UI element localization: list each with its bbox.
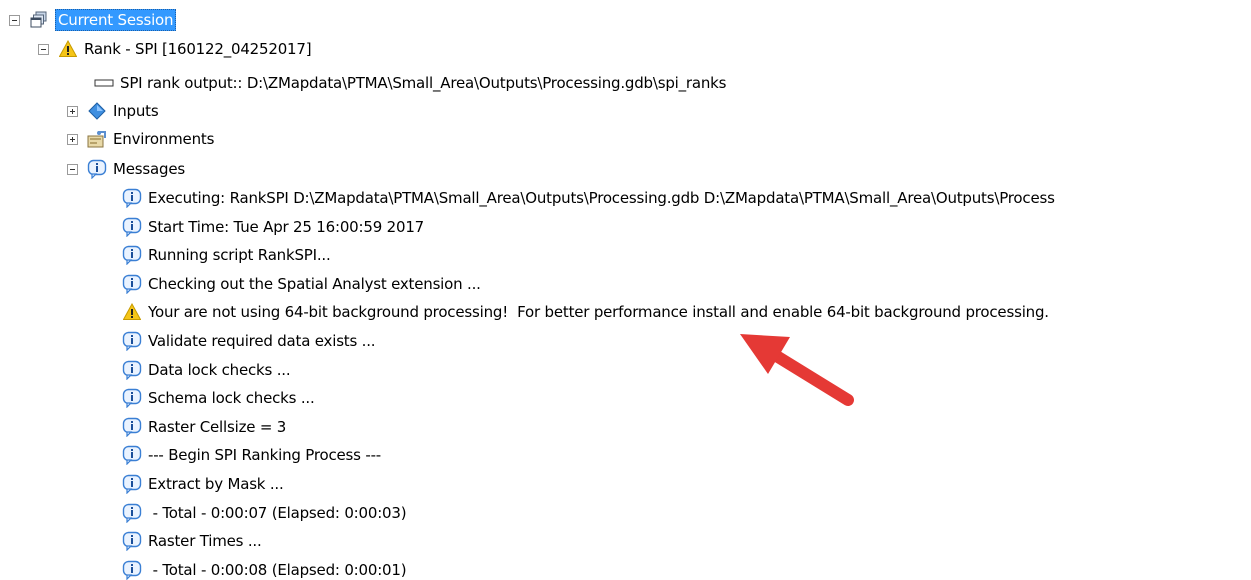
info-icon bbox=[87, 159, 107, 179]
message-row[interactable]: Raster Cellsize = 3 bbox=[122, 414, 286, 440]
tree-node-messages[interactable]: Messages bbox=[67, 156, 185, 182]
message-text: Executing: RankSPI D:\ZMapdata\PTMA\Smal… bbox=[148, 189, 1055, 207]
message-text: Running script RankSPI... bbox=[148, 246, 331, 265]
tree-node-spi-rank-output[interactable]: SPI rank output:: D:\ZMapdata\PTMA\Small… bbox=[94, 70, 726, 96]
message-text: - Total - 0:00:07 (Elapsed: 0:00:03) bbox=[148, 503, 407, 522]
message-text: - Total - 0:00:08 (Elapsed: 0:00:01) bbox=[148, 560, 407, 579]
inputs-diamond-icon bbox=[87, 101, 107, 121]
info-icon bbox=[122, 445, 142, 466]
info-icon bbox=[122, 360, 142, 380]
warning-icon bbox=[122, 302, 142, 322]
message-text: --- Begin SPI Ranking Process --- bbox=[148, 446, 381, 465]
message-row[interactable]: - Total - 0:00:08 (Elapsed: 0:00:01) bbox=[122, 557, 407, 580]
message-row[interactable]: Validate required data exists ... bbox=[122, 328, 376, 354]
spi-rank-output-label: SPI rank output:: D:\ZMapdata\PTMA\Small… bbox=[120, 74, 727, 92]
message-text: Checking out the Spatial Analyst extensi… bbox=[148, 274, 481, 293]
collapse-toggle-icon[interactable] bbox=[38, 43, 49, 55]
info-icon bbox=[122, 274, 142, 294]
rank-spi-label: Rank - SPI [160122_04252017] bbox=[84, 40, 312, 58]
tree-node-rank-spi[interactable]: Rank - SPI [160122_04252017] bbox=[38, 36, 312, 62]
message-row[interactable]: Data lock checks ... bbox=[122, 357, 291, 383]
collapse-toggle-icon[interactable] bbox=[67, 163, 78, 175]
environments-label: Environments bbox=[113, 130, 215, 148]
info-icon bbox=[122, 417, 142, 437]
info-icon bbox=[122, 503, 142, 523]
tree-node-inputs[interactable]: Inputs bbox=[67, 98, 159, 124]
message-row[interactable]: Extract by Mask ... bbox=[122, 471, 284, 497]
info-icon bbox=[122, 188, 142, 208]
message-row[interactable]: Raster Times ... bbox=[122, 528, 262, 554]
message-row[interactable]: Running script RankSPI... bbox=[122, 242, 331, 268]
expand-toggle-icon[interactable] bbox=[67, 133, 78, 145]
info-icon bbox=[122, 560, 142, 580]
info-icon bbox=[122, 474, 142, 494]
info-icon bbox=[122, 388, 142, 409]
message-text: Extract by Mask ... bbox=[148, 475, 284, 493]
message-text: Your are not using 64-bit background pro… bbox=[148, 303, 1049, 322]
message-text: Start Time: Tue Apr 25 16:00:59 2017 bbox=[148, 217, 425, 236]
message-text: Validate required data exists ... bbox=[148, 332, 376, 350]
info-icon bbox=[122, 217, 142, 237]
session-stack-icon bbox=[29, 10, 49, 30]
info-icon bbox=[122, 331, 142, 351]
message-text: Raster Times ... bbox=[148, 532, 262, 551]
current-session-label: Current Session bbox=[55, 9, 177, 31]
message-row[interactable]: --- Begin SPI Ranking Process --- bbox=[122, 442, 381, 468]
info-icon bbox=[122, 245, 142, 266]
environments-icon bbox=[87, 129, 107, 149]
inputs-label: Inputs bbox=[113, 102, 159, 120]
info-icon bbox=[122, 531, 142, 552]
message-row[interactable]: Executing: RankSPI D:\ZMapdata\PTMA\Smal… bbox=[122, 185, 1055, 211]
output-param-icon bbox=[94, 73, 114, 93]
tree-node-environments[interactable]: Environments bbox=[67, 126, 214, 152]
message-row[interactable]: Checking out the Spatial Analyst extensi… bbox=[122, 271, 481, 297]
tree-node-current-session[interactable]: Current Session bbox=[9, 7, 177, 33]
message-text: Raster Cellsize = 3 bbox=[148, 417, 287, 436]
warning-icon bbox=[58, 39, 78, 59]
message-row[interactable]: Schema lock checks ... bbox=[122, 385, 315, 411]
message-row[interactable]: - Total - 0:00:07 (Elapsed: 0:00:03) bbox=[122, 500, 407, 526]
messages-label: Messages bbox=[113, 160, 185, 178]
message-text: Schema lock checks ... bbox=[148, 389, 315, 408]
message-row[interactable]: Start Time: Tue Apr 25 16:00:59 2017 bbox=[122, 214, 424, 240]
collapse-toggle-icon[interactable] bbox=[9, 14, 20, 26]
expand-toggle-icon[interactable] bbox=[67, 105, 78, 117]
message-text: Data lock checks ... bbox=[148, 360, 291, 379]
results-tree: Current Session Rank - SPI [160122_04252… bbox=[0, 0, 1251, 580]
warning-message-row[interactable]: Your are not using 64-bit background pro… bbox=[122, 299, 1049, 325]
